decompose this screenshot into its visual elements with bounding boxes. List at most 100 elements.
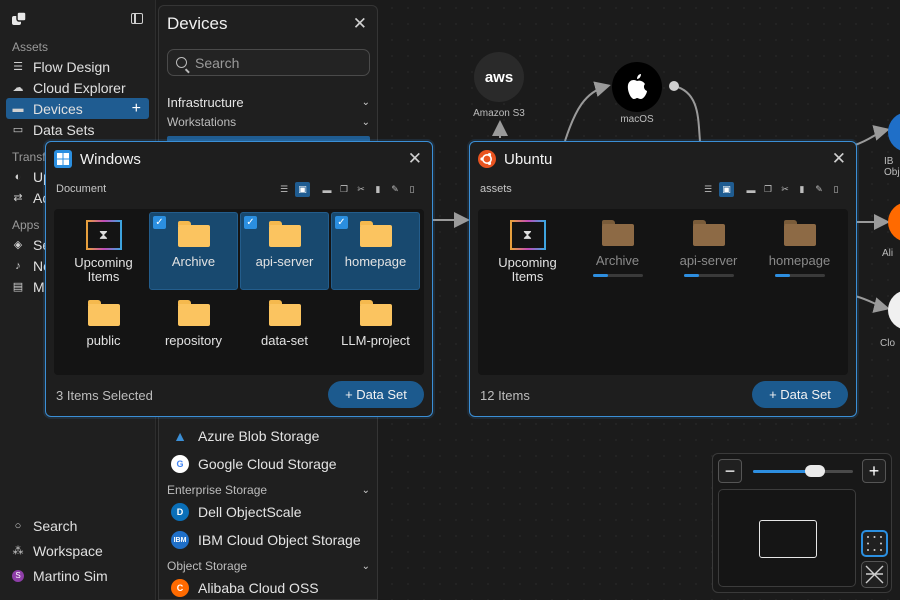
fit-view-button[interactable] xyxy=(861,530,888,557)
app-logo-icon xyxy=(12,12,26,25)
window-title: Windows xyxy=(80,150,141,168)
folder-tile-uploading[interactable]: api-server xyxy=(664,212,753,290)
devices-panel-title: Devices xyxy=(167,14,228,33)
search-icon: ○ xyxy=(14,519,22,532)
device-label: Google Cloud Storage xyxy=(198,456,337,472)
nav-item-label: Search xyxy=(33,517,78,534)
list-icon: ▤ xyxy=(12,281,24,293)
grid-view-icon[interactable]: ▣ xyxy=(719,182,734,197)
dotted-grid-icon xyxy=(867,536,882,551)
folder-tile[interactable]: public xyxy=(59,292,148,370)
nav-item-data-sets[interactable]: ▭ Data Sets xyxy=(0,119,155,140)
checkbox-checked-icon[interactable]: ✓ xyxy=(153,216,166,229)
rename-icon[interactable]: ✎ xyxy=(813,184,825,196)
tile-label: api-server xyxy=(679,253,738,268)
macos-node[interactable] xyxy=(612,62,662,112)
zoom-out-button[interactable]: − xyxy=(718,459,742,483)
ibm-icon: IBM xyxy=(171,531,189,549)
minimap[interactable] xyxy=(718,489,856,587)
paste-icon[interactable]: ▮ xyxy=(372,184,384,196)
file-grid: ⧗ Upcoming Items ✓ Archive ✓ api-server … xyxy=(54,209,424,375)
nav-item-user[interactable]: S Martino Sim xyxy=(0,563,155,588)
folder-tile-uploading[interactable]: Archive xyxy=(573,212,662,290)
object-storage-group[interactable]: Object Storage ⌄ xyxy=(167,558,370,574)
macos-label: macOS xyxy=(620,114,654,125)
shield-icon: ◈ xyxy=(13,239,23,251)
close-icon[interactable]: ✕ xyxy=(353,14,367,34)
zoom-in-button[interactable]: + xyxy=(862,459,886,483)
folder-tile[interactable]: ✓ api-server xyxy=(240,212,329,290)
upload-progress-bar xyxy=(683,274,734,277)
group-label: Enterprise Storage xyxy=(167,483,268,497)
delete-icon[interactable]: ▯ xyxy=(830,184,842,196)
folder-tile[interactable]: repository xyxy=(149,292,238,370)
list-view-icon[interactable]: ☰ xyxy=(702,184,714,196)
ubuntu-file-window[interactable]: Ubuntu ✕ assets ☰ ▣ ▬ ❐ ✂ ▮ ✎ ▯ ⧗ Upcomi… xyxy=(469,141,857,417)
upcoming-items-tile[interactable]: ⧗ Upcoming Items xyxy=(483,212,572,290)
grid-view-icon[interactable]: ▣ xyxy=(295,182,310,197)
nav-item-devices[interactable]: ▬ Devices + xyxy=(6,98,149,119)
infrastructure-group[interactable]: Infrastructure ⌄ xyxy=(167,94,370,110)
tile-label: data-set xyxy=(261,333,308,348)
copy-icon[interactable]: ❐ xyxy=(762,184,774,196)
collapse-sidebar-icon[interactable] xyxy=(131,13,143,24)
nav-item-label: Workspace xyxy=(33,542,103,559)
zoom-slider-knob[interactable] xyxy=(805,465,825,477)
folder-tile[interactable]: data-set xyxy=(240,292,329,370)
add-device-button[interactable]: + xyxy=(132,100,141,118)
cloud-icon: ☁ xyxy=(12,82,24,94)
folder-tile-uploading[interactable]: homepage xyxy=(755,212,844,290)
hourglass-icon: ⧗ xyxy=(85,220,122,250)
folder-tile[interactable]: ✓ Archive xyxy=(149,212,238,290)
close-icon[interactable]: ✕ xyxy=(832,149,846,169)
folder-tile[interactable]: ✓ homepage xyxy=(331,212,420,290)
nav-item-label: Devices xyxy=(33,100,83,117)
hourglass-icon: ⧗ xyxy=(509,220,546,250)
nav-item-flow-design[interactable]: ☰ Flow Design xyxy=(0,56,155,77)
zoom-slider[interactable] xyxy=(753,465,853,477)
add-data-set-button[interactable]: + Data Set xyxy=(752,381,848,408)
cut-icon[interactable]: ✂ xyxy=(779,184,791,196)
add-data-set-button[interactable]: + Data Set xyxy=(328,381,424,408)
tile-label: Upcoming Items xyxy=(74,255,133,284)
list-view-icon[interactable]: ☰ xyxy=(278,184,290,196)
tile-label: api-server xyxy=(255,254,314,269)
new-folder-icon[interactable]: ▬ xyxy=(321,184,333,196)
delete-icon[interactable]: ▯ xyxy=(406,184,418,196)
rename-icon[interactable]: ✎ xyxy=(389,184,401,196)
folder-icon xyxy=(783,220,816,246)
group-label: Infrastructure xyxy=(167,94,244,110)
new-folder-icon[interactable]: ▬ xyxy=(745,184,757,196)
device-dell-objectscale[interactable]: D Dell ObjectScale xyxy=(171,502,302,522)
nav-item-search[interactable]: ○ Search xyxy=(0,513,155,538)
checkbox-checked-icon[interactable]: ✓ xyxy=(244,216,257,229)
checkbox-checked-icon[interactable]: ✓ xyxy=(335,216,348,229)
toggle-minimap-button[interactable] xyxy=(861,561,888,588)
upcoming-items-tile[interactable]: ⧗ Upcoming Items xyxy=(59,212,148,290)
nav-item-label: Flow Design xyxy=(33,58,111,75)
nav-item-cloud-explorer[interactable]: ☁ Cloud Explorer xyxy=(0,77,155,98)
aws-logo-icon: aws xyxy=(484,68,514,86)
device-google-cloud[interactable]: G Google Cloud Storage xyxy=(171,454,337,474)
amazon-s3-node[interactable]: aws xyxy=(474,52,524,102)
copy-icon[interactable]: ❐ xyxy=(338,184,350,196)
minimap-viewport[interactable] xyxy=(759,520,817,558)
folder-icon xyxy=(177,300,210,326)
upload-progress-bar xyxy=(774,274,825,277)
paste-icon[interactable]: ▮ xyxy=(796,184,808,196)
devices-search-input[interactable]: Search xyxy=(167,49,370,76)
alibaba-node-label: Ali xyxy=(882,248,894,259)
device-azure-blob[interactable]: ▲ Azure Blob Storage xyxy=(171,426,319,446)
cloud-node-label: Clo xyxy=(880,338,896,349)
cut-icon[interactable]: ✂ xyxy=(355,184,367,196)
windows-file-window[interactable]: Windows ✕ Document ☰ ▣ ▬ ❐ ✂ ▮ ✎ ▯ ⧗ Upc… xyxy=(45,141,433,417)
file-grid: ⧗ Upcoming Items Archive api-server home… xyxy=(478,209,848,375)
close-icon[interactable]: ✕ xyxy=(408,149,422,169)
nav-item-workspace[interactable]: ⁂ Workspace xyxy=(0,538,155,563)
folder-tile[interactable]: LLM-project xyxy=(331,292,420,370)
device-alibaba-oss[interactable]: C Alibaba Cloud OSS xyxy=(171,578,319,598)
device-ibm-cos[interactable]: IBM IBM Cloud Object Storage xyxy=(171,530,361,550)
enterprise-storage-group[interactable]: Enterprise Storage ⌄ xyxy=(167,482,370,498)
tile-label: public xyxy=(86,333,121,348)
workstations-group[interactable]: Workstations ⌄ xyxy=(167,114,370,130)
